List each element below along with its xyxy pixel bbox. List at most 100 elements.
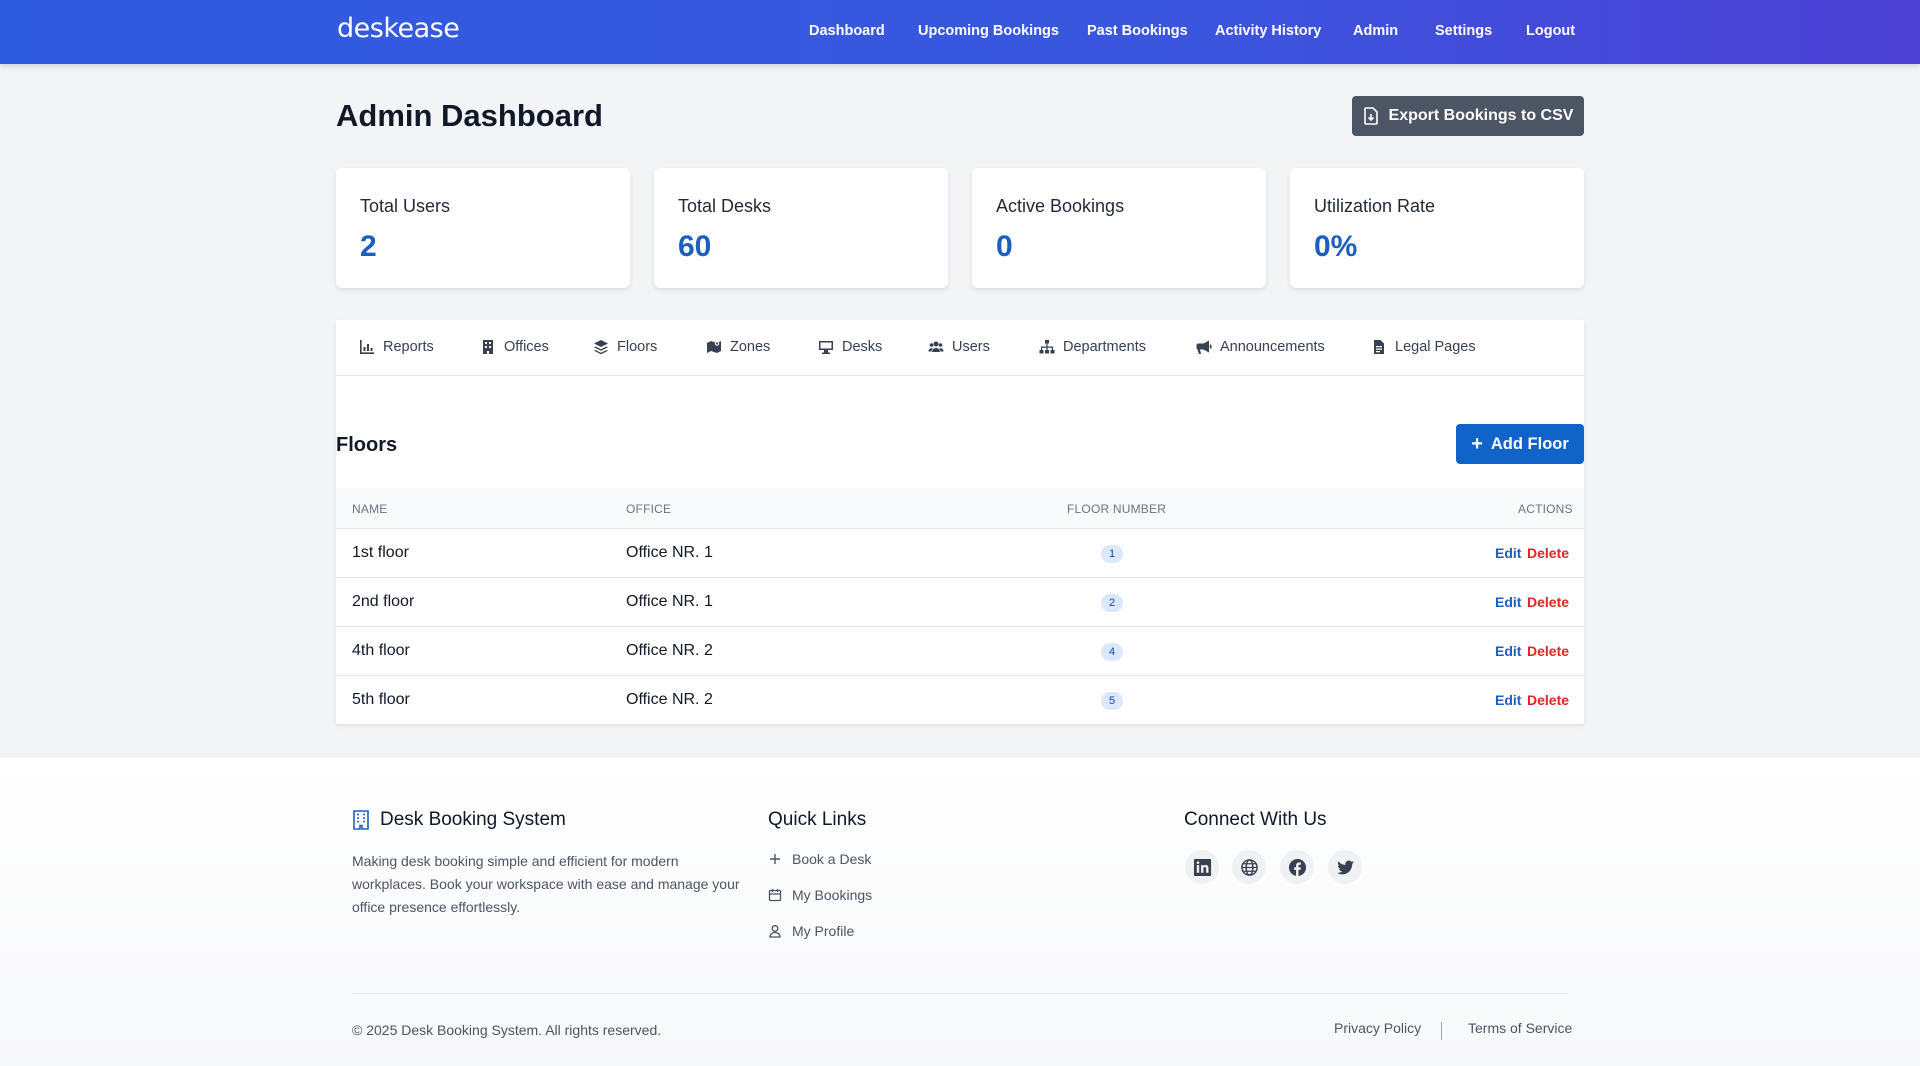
nav-settings[interactable]: Settings — [1435, 23, 1492, 39]
add-floor-label: Add Floor — [1490, 434, 1569, 453]
tab-legal-pages[interactable]: Legal Pages — [1371, 339, 1476, 355]
floor-name-cell: 1st floor — [352, 544, 409, 561]
chart-icon — [360, 340, 374, 354]
delete-button[interactable]: Delete — [1527, 643, 1569, 659]
quick-link-label: Book a Desk — [792, 851, 872, 867]
table-row: 1st floor Office NR. 1 1 Edit Delete — [336, 529, 1584, 578]
plus-icon: + — [1471, 433, 1483, 455]
footer-divider — [352, 993, 1568, 994]
tab-label: Users — [952, 339, 990, 355]
tab-label: Offices — [504, 339, 549, 355]
tab-offices[interactable]: Offices — [480, 339, 549, 355]
footer-brand-name: Desk Booking System — [380, 809, 566, 830]
calendar-icon — [768, 889, 782, 902]
stat-label: Active Bookings — [996, 196, 1125, 216]
floor-number-badge: 1 — [1101, 545, 1123, 563]
column-header-floor-number[interactable]: Floor Number — [1067, 502, 1166, 516]
footer-description: Making desk booking simple and efficient… — [352, 853, 740, 915]
terms-of-service-link[interactable]: Terms of Service — [1468, 1020, 1572, 1036]
stat-card-active-bookings: Active Bookings 0 — [972, 168, 1266, 288]
delete-button[interactable]: Delete — [1527, 692, 1569, 708]
stat-value: 60 — [678, 230, 712, 263]
tab-reports[interactable]: Reports — [359, 339, 434, 355]
floor-name-cell: 5th floor — [352, 691, 410, 708]
stat-card-total-users: Total Users 2 — [336, 168, 630, 288]
stat-value: 0 — [996, 230, 1013, 263]
website-button[interactable] — [1232, 850, 1266, 884]
top-navbar: deskease Dashboard Upcoming Bookings Pas… — [0, 0, 1920, 64]
nav-admin[interactable]: Admin — [1353, 23, 1398, 39]
document-icon — [1374, 340, 1384, 354]
delete-button[interactable]: Delete — [1527, 594, 1569, 610]
tab-departments[interactable]: Departments — [1039, 339, 1146, 355]
stat-label: Total Desks — [678, 196, 772, 216]
stat-value: 0% — [1314, 230, 1358, 263]
nav-past-bookings[interactable]: Past Bookings — [1087, 23, 1188, 39]
tab-label: Legal Pages — [1395, 339, 1476, 355]
tab-label: Zones — [730, 339, 771, 355]
nav-dashboard[interactable]: Dashboard — [809, 23, 885, 39]
connect-title: Connect With Us — [1184, 809, 1327, 830]
floor-number-badge: 5 — [1101, 692, 1123, 710]
tab-label: Departments — [1063, 339, 1147, 355]
admin-tabs: Reports Offices Floors Zones Desks Users… — [336, 320, 1584, 376]
quick-link-label: My Bookings — [792, 887, 873, 903]
floor-office-cell: Office NR. 2 — [626, 642, 713, 659]
desktop-icon — [819, 341, 833, 354]
floor-office-cell: Office NR. 1 — [626, 544, 713, 561]
table-row: 2nd floor Office NR. 1 2 Edit Delete — [336, 578, 1584, 627]
megaphone-icon — [1196, 340, 1212, 354]
column-header-actions: Actions — [1518, 502, 1573, 516]
export-csv-button[interactable]: Export Bookings to CSV — [1352, 96, 1584, 136]
admin-panel: Reports Offices Floors Zones Desks Users… — [336, 320, 1584, 724]
users-icon — [928, 341, 944, 352]
footer-brand: Desk Booking System — [352, 809, 566, 831]
nav-upcoming-bookings[interactable]: Upcoming Bookings — [918, 23, 1059, 39]
export-csv-label: Export Bookings to CSV — [1388, 107, 1574, 124]
stat-label: Utilization Rate — [1314, 196, 1436, 216]
stat-card-total-desks: Total Desks 60 — [654, 168, 948, 288]
nav-activity-history[interactable]: Activity History — [1215, 23, 1321, 39]
tab-desks[interactable]: Desks — [818, 339, 882, 355]
map-icon — [707, 341, 721, 353]
footer-link-separator — [1441, 1022, 1442, 1040]
edit-button[interactable]: Edit — [1495, 643, 1521, 659]
floor-number-badge: 4 — [1101, 643, 1123, 661]
add-floor-button[interactable]: + Add Floor — [1456, 424, 1584, 464]
stat-value: 2 — [360, 230, 377, 263]
edit-button[interactable]: Edit — [1495, 594, 1521, 610]
quick-link-my-profile[interactable]: My Profile — [768, 923, 854, 939]
linkedin-icon — [1193, 858, 1211, 876]
tab-label: Floors — [617, 339, 658, 355]
floor-number-badge: 2 — [1101, 594, 1123, 612]
delete-button[interactable]: Delete — [1527, 545, 1569, 561]
building-icon — [483, 340, 493, 354]
floor-office-cell: Office NR. 2 — [626, 691, 713, 708]
floors-table-header: Name Office Floor Number Actions — [336, 488, 1584, 529]
table-row: 4th floor Office NR. 2 4 Edit Delete — [336, 627, 1584, 676]
footer: Desk Booking System Making desk booking … — [0, 758, 1920, 1066]
privacy-policy-link[interactable]: Privacy Policy — [1334, 1020, 1421, 1036]
floor-name-cell: 4th floor — [352, 642, 410, 659]
column-header-name[interactable]: Name — [352, 502, 387, 516]
quick-link-book-desk[interactable]: Book a Desk — [768, 851, 871, 867]
column-header-office[interactable]: Office — [626, 502, 671, 516]
facebook-button[interactable] — [1280, 850, 1314, 884]
table-row: 5th floor Office NR. 2 5 Edit Delete — [336, 676, 1584, 725]
tab-floors[interactable]: Floors — [593, 339, 657, 355]
twitter-button[interactable] — [1328, 850, 1362, 884]
page-title: Admin Dashboard — [336, 98, 603, 133]
app-logo[interactable]: deskease — [337, 13, 460, 44]
tab-zones[interactable]: Zones — [706, 339, 770, 355]
tab-users[interactable]: Users — [928, 339, 990, 355]
stat-label: Total Users — [360, 196, 451, 216]
linkedin-button[interactable] — [1185, 850, 1219, 884]
floor-office-cell: Office NR. 1 — [626, 593, 713, 610]
tab-announcements[interactable]: Announcements — [1196, 339, 1325, 355]
edit-button[interactable]: Edit — [1495, 545, 1521, 561]
edit-button[interactable]: Edit — [1495, 692, 1521, 708]
floors-section-title: Floors — [336, 434, 398, 456]
nav-logout[interactable]: Logout — [1526, 23, 1575, 39]
sitemap-icon — [1039, 340, 1055, 354]
quick-link-my-bookings[interactable]: My Bookings — [768, 887, 872, 903]
